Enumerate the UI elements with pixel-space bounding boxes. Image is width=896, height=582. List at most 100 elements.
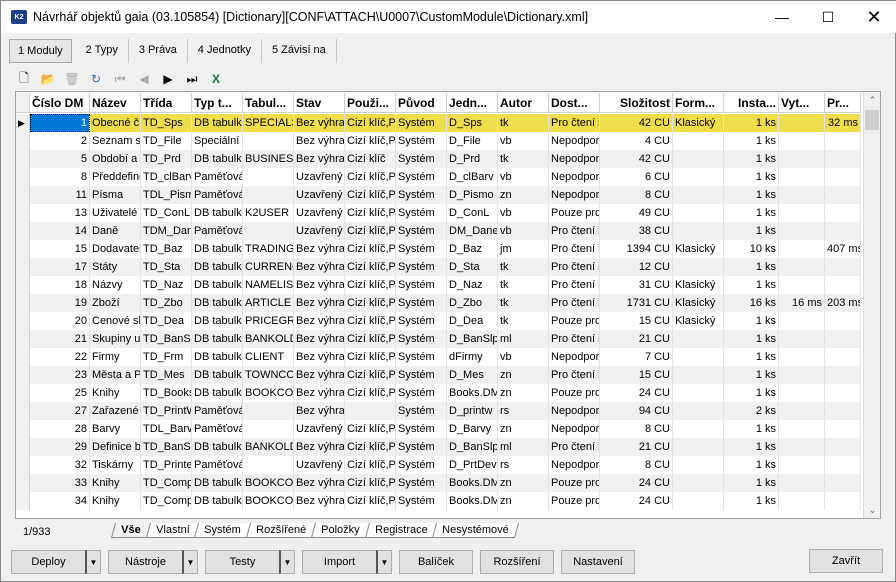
- table-cell[interactable]: Cizí klíč,Při: [345, 474, 396, 492]
- column-header[interactable]: Jedn...: [447, 93, 498, 113]
- table-cell[interactable]: [673, 420, 724, 438]
- table-cell[interactable]: DB tabulka: [192, 294, 243, 312]
- table-row[interactable]: 19 Zboží TD_Zbo DB tabulka ARTICLE Bez výhra C…: [16, 294, 861, 312]
- table-cell[interactable]: [779, 384, 825, 402]
- table-cell[interactable]: 24 CU: [600, 384, 673, 402]
- table-cell[interactable]: Pro čtení i: [549, 330, 600, 348]
- table-cell[interactable]: TD_Mes: [141, 366, 192, 384]
- table-cell[interactable]: Systém: [396, 294, 447, 312]
- table-cell[interactable]: 15 CU: [600, 366, 673, 384]
- row-indicator[interactable]: [16, 348, 30, 366]
- table-cell[interactable]: Bez výhra: [294, 474, 345, 492]
- table-cell[interactable]: [345, 402, 396, 420]
- column-header[interactable]: Název: [90, 93, 141, 113]
- table-cell[interactable]: Pro čtení i: [549, 276, 600, 294]
- table-cell[interactable]: Uzavřený: [294, 222, 345, 240]
- table-cell[interactable]: DB tabulka: [192, 330, 243, 348]
- column-header[interactable]: Původ: [396, 93, 447, 113]
- column-header[interactable]: Stav: [294, 93, 345, 113]
- table-cell[interactable]: Uzavřený: [294, 420, 345, 438]
- import-button[interactable]: Import: [302, 550, 376, 574]
- table-cell[interactable]: zn: [498, 186, 549, 204]
- table-cell[interactable]: BOOKCON: [243, 474, 294, 492]
- table-cell[interactable]: D_clBarv: [447, 168, 498, 186]
- table-cell[interactable]: [673, 348, 724, 366]
- table-cell[interactable]: Knihy: [90, 384, 141, 402]
- table-cell[interactable]: 1 ks: [724, 330, 779, 348]
- table-cell[interactable]: [825, 276, 861, 294]
- table-cell[interactable]: 32 ms: [825, 114, 861, 132]
- row-indicator[interactable]: [16, 474, 30, 492]
- table-cell[interactable]: Města a PS: [90, 366, 141, 384]
- table-cell[interactable]: TD_Sta: [141, 258, 192, 276]
- row-indicator[interactable]: [16, 492, 30, 510]
- table-cell[interactable]: Pro čtení i: [549, 240, 600, 258]
- table-cell[interactable]: Písma: [90, 186, 141, 204]
- table-cell[interactable]: Cenové sk: [90, 312, 141, 330]
- scroll-thumb[interactable]: [865, 110, 879, 130]
- table-cell[interactable]: Klasický: [673, 240, 724, 258]
- table-cell[interactable]: D_BanSlp: [447, 330, 498, 348]
- table-cell[interactable]: 24 CU: [600, 492, 673, 510]
- table-cell[interactable]: [673, 132, 724, 150]
- table-cell[interactable]: Názvy: [90, 276, 141, 294]
- table-cell[interactable]: Systém: [396, 276, 447, 294]
- table-cell[interactable]: 15 CU: [600, 312, 673, 330]
- table-cell[interactable]: D_Pismo: [447, 186, 498, 204]
- close-button[interactable]: Zavřít: [809, 549, 883, 573]
- table-cell[interactable]: D_printw: [447, 402, 498, 420]
- column-header[interactable]: Vyt...: [779, 93, 825, 113]
- table-cell[interactable]: 15: [30, 240, 90, 258]
- table-cell[interactable]: 1 ks: [724, 348, 779, 366]
- table-cell[interactable]: Uzavřený: [294, 186, 345, 204]
- table-row[interactable]: 20Cenové skTD_DeaDB tabulkaPRICEGROBez v…: [16, 312, 861, 330]
- table-cell[interactable]: [779, 402, 825, 420]
- table-cell[interactable]: Seznam so: [90, 132, 141, 150]
- table-cell[interactable]: [779, 348, 825, 366]
- table-cell[interactable]: [243, 456, 294, 474]
- table-cell[interactable]: Cizí klíč,Při: [345, 456, 396, 474]
- table-cell[interactable]: [673, 456, 724, 474]
- row-indicator[interactable]: [16, 204, 30, 222]
- table-cell[interactable]: Paměťová: [192, 186, 243, 204]
- table-cell[interactable]: Cizí klíč,Při: [345, 240, 396, 258]
- table-cell[interactable]: 8 CU: [600, 456, 673, 474]
- table-cell[interactable]: TDL_Pismo: [141, 186, 192, 204]
- table-row[interactable]: 29Definice baTD_BanSlpDB tabulkaBANKOLDB…: [16, 438, 861, 456]
- table-cell[interactable]: [779, 420, 825, 438]
- table-cell[interactable]: zn: [498, 366, 549, 384]
- column-header[interactable]: Autor: [498, 93, 549, 113]
- table-cell[interactable]: rs: [498, 402, 549, 420]
- table-cell[interactable]: D_Dea: [447, 312, 498, 330]
- excel-icon[interactable]: X: [207, 70, 225, 88]
- table-cell[interactable]: 1 ks: [724, 366, 779, 384]
- filter-tab-vse[interactable]: Vše: [110, 523, 151, 538]
- scroll-up-icon[interactable]: ⌃: [864, 95, 880, 106]
- table-cell[interactable]: 1: [30, 114, 90, 132]
- table-cell[interactable]: 33: [30, 474, 90, 492]
- table-row[interactable]: 15DodavatelTD_BazDB tabulkaTRADINGPBez v…: [16, 240, 861, 258]
- column-header[interactable]: Třída: [141, 93, 192, 113]
- table-cell[interactable]: D_Prd: [447, 150, 498, 168]
- table-cell[interactable]: DB tabulka: [192, 384, 243, 402]
- table-cell[interactable]: vb: [498, 204, 549, 222]
- table-cell[interactable]: Cizí klíč,Při: [345, 114, 396, 132]
- table-cell[interactable]: Cizí klíč,Při: [345, 168, 396, 186]
- table-cell[interactable]: 1 ks: [724, 132, 779, 150]
- table-cell[interactable]: Paměťová: [192, 456, 243, 474]
- table-cell[interactable]: [779, 276, 825, 294]
- table-cell[interactable]: [673, 402, 724, 420]
- row-indicator[interactable]: [16, 438, 30, 456]
- tab-typy[interactable]: 2 Typy: [76, 39, 129, 63]
- vertical-scrollbar[interactable]: ⌃ ⌄: [863, 92, 880, 518]
- table-cell[interactable]: 10 ks: [724, 240, 779, 258]
- table-row[interactable]: 8 Předdefino TD_clBarv Paměťová Uzavřený Cizí…: [16, 168, 861, 186]
- table-cell[interactable]: 1 ks: [724, 438, 779, 456]
- table-cell[interactable]: 2: [30, 132, 90, 150]
- table-cell[interactable]: 1 ks: [724, 258, 779, 276]
- table-cell[interactable]: DB tabulka: [192, 366, 243, 384]
- table-cell[interactable]: [779, 330, 825, 348]
- table-cell[interactable]: D_Mes: [447, 366, 498, 384]
- table-cell[interactable]: Cizí klíč,Při: [345, 438, 396, 456]
- table-cell[interactable]: Pro čtení i: [549, 294, 600, 312]
